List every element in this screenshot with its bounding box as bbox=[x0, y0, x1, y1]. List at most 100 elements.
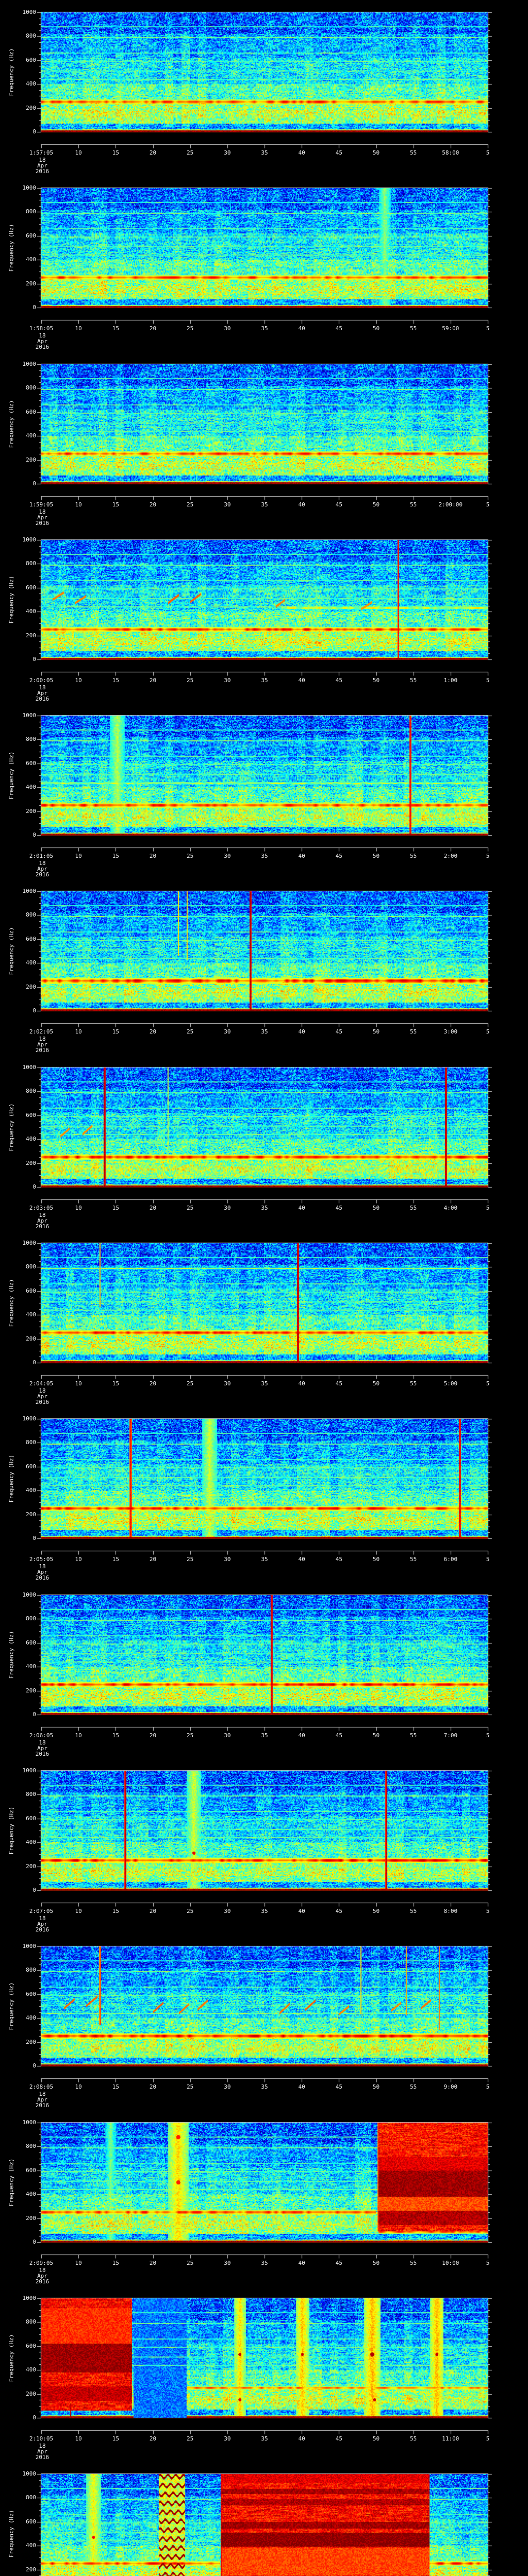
y-tick-label: 200 bbox=[26, 105, 36, 111]
date-year: 2016 bbox=[35, 1926, 50, 1933]
spectrogram-panel: Frequency (Hz) 0 200 400 600 800 1000 2:10:05 10… bbox=[0, 2286, 528, 2462]
right-edge-seconds-label: 5 bbox=[486, 677, 490, 684]
spectrogram-panel: Frequency (Hz) 0 200 400 600 800 1000 2:08:05 10… bbox=[0, 1934, 528, 2110]
y-tick-label: 200 bbox=[26, 1335, 36, 1342]
y-tick-label: 1000 bbox=[22, 9, 37, 15]
y-tick-label: 600 bbox=[26, 232, 36, 239]
y-tick-label: 0 bbox=[32, 1359, 36, 1366]
y-tick-label: 400 bbox=[26, 2366, 36, 2373]
y-tick-label: 0 bbox=[32, 304, 36, 311]
y-tick-label: 200 bbox=[26, 2391, 36, 2397]
right-edge-seconds-label: 5 bbox=[486, 1908, 490, 1914]
y-tick-label: 800 bbox=[26, 911, 36, 918]
right-edge-seconds-label: 5 bbox=[486, 2083, 490, 2090]
right-edge-seconds-label: 5 bbox=[486, 149, 490, 156]
date-year: 2016 bbox=[35, 696, 50, 702]
y-tick-label: 0 bbox=[32, 656, 36, 663]
y-tick-label: 600 bbox=[26, 1112, 36, 1118]
y-axis-label: Frequency (Hz) bbox=[8, 927, 15, 975]
spectrogram-panel: Frequency (Hz) 0 200 400 600 800 1000 2:00:05 10… bbox=[0, 528, 528, 704]
date-year: 2016 bbox=[35, 1047, 50, 1054]
y-tick-label: 200 bbox=[26, 2566, 36, 2573]
y-tick-label: 600 bbox=[26, 936, 36, 942]
date-year: 2016 bbox=[35, 871, 50, 878]
y-tick-label: 400 bbox=[26, 1663, 36, 1670]
y-tick-label: 0 bbox=[32, 1711, 36, 1718]
y-tick-label: 1000 bbox=[22, 1064, 37, 1071]
y-tick-label: 600 bbox=[26, 1991, 36, 1997]
spectrogram-panel: Frequency (Hz) 0 200 400 600 800 1000 2:04:05 10… bbox=[0, 1231, 528, 1407]
y-tick-label: 200 bbox=[26, 280, 36, 287]
date-year: 2016 bbox=[35, 1399, 50, 1405]
y-tick-label: 600 bbox=[26, 409, 36, 415]
y-tick-label: 1000 bbox=[22, 361, 37, 367]
spectrogram-panel: Frequency (Hz) 0 200 400 600 800 1000 2:07:05 10… bbox=[0, 1758, 528, 1935]
y-tick-label: 200 bbox=[26, 984, 36, 990]
spectrogram-panel: Frequency (Hz) 0 200 400 600 800 1000 2:01:05 10… bbox=[0, 703, 528, 879]
y-tick-label: 800 bbox=[26, 1263, 36, 1270]
y-tick-label: 200 bbox=[26, 456, 36, 463]
y-tick-label: 600 bbox=[26, 1815, 36, 1822]
right-edge-seconds-label: 5 bbox=[486, 325, 490, 332]
y-axis-label: Frequency (Hz) bbox=[8, 2334, 15, 2382]
y-tick-label: 200 bbox=[26, 1687, 36, 1694]
y-tick-label: 1000 bbox=[22, 1591, 37, 1598]
right-edge-seconds-label: 5 bbox=[486, 1556, 490, 1563]
right-edge-seconds-label: 5 bbox=[486, 501, 490, 508]
y-tick-label: 1000 bbox=[22, 2470, 37, 2477]
spectrogram-stack: Frequency (Hz) 0 200 400 600 800 1000 1:57:05 10… bbox=[0, 0, 528, 2576]
y-tick-label: 1000 bbox=[22, 888, 37, 894]
y-tick-label: 600 bbox=[26, 1639, 36, 1646]
date-year: 2016 bbox=[35, 1223, 50, 1230]
y-tick-label: 1000 bbox=[22, 536, 37, 543]
y-tick-label: 600 bbox=[26, 2167, 36, 2174]
y-axis-label: Frequency (Hz) bbox=[8, 1454, 15, 1503]
y-tick-label: 400 bbox=[26, 432, 36, 439]
y-tick-label: 0 bbox=[32, 832, 36, 838]
y-tick-label: 600 bbox=[26, 57, 36, 63]
y-tick-label: 600 bbox=[26, 584, 36, 591]
y-tick-label: 600 bbox=[26, 1463, 36, 1470]
y-tick-label: 1000 bbox=[22, 1240, 37, 1246]
y-tick-label: 1000 bbox=[22, 712, 37, 719]
y-tick-label: 200 bbox=[26, 1511, 36, 1518]
y-tick-label: 400 bbox=[26, 80, 36, 87]
spectrogram-panel: Frequency (Hz) 0 200 400 600 800 1000 1:58:05 10… bbox=[0, 176, 528, 352]
y-tick-label: 1000 bbox=[22, 2295, 37, 2301]
y-tick-label: 0 bbox=[32, 128, 36, 135]
y-axis-label: Frequency (Hz) bbox=[8, 1279, 15, 1327]
spectrogram-panel: Frequency (Hz) 0 200 400 600 800 1000 2:03:05 10… bbox=[0, 1055, 528, 1231]
y-axis-label: Frequency (Hz) bbox=[8, 2510, 15, 2558]
y-tick-label: 800 bbox=[26, 736, 36, 742]
spectrogram-panel: Frequency (Hz) 0 200 400 600 800 1000 2:06:05 10… bbox=[0, 1583, 528, 1759]
y-tick-label: 0 bbox=[32, 1535, 36, 1541]
y-tick-label: 400 bbox=[26, 1839, 36, 1845]
date-year: 2016 bbox=[35, 2278, 50, 2285]
y-tick-label: 600 bbox=[26, 1287, 36, 1294]
y-tick-label: 0 bbox=[32, 480, 36, 487]
spectrogram-panel: Frequency (Hz)020040060080010002:11:0510… bbox=[0, 2462, 528, 2576]
y-tick-label: 800 bbox=[26, 32, 36, 39]
right-edge-seconds-label: 5 bbox=[486, 1028, 490, 1035]
right-edge-seconds-label: 5 bbox=[486, 2435, 490, 2442]
y-tick-label: 800 bbox=[26, 560, 36, 567]
y-tick-label: 400 bbox=[26, 256, 36, 263]
y-tick-label: 200 bbox=[26, 2039, 36, 2045]
y-tick-label: 1000 bbox=[22, 1767, 37, 1774]
y-axis-label: Frequency (Hz) bbox=[8, 575, 15, 624]
y-tick-label: 400 bbox=[26, 2191, 36, 2197]
right-edge-seconds-label: 5 bbox=[486, 853, 490, 859]
y-tick-label: 0 bbox=[32, 2414, 36, 2421]
y-tick-label: 800 bbox=[26, 384, 36, 391]
y-tick-label: 800 bbox=[26, 2318, 36, 2325]
y-tick-label: 400 bbox=[26, 1487, 36, 1494]
spectrogram-canvas bbox=[0, 2462, 528, 2576]
y-tick-label: 0 bbox=[32, 2239, 36, 2245]
y-tick-label: 600 bbox=[26, 760, 36, 767]
y-tick-label: 200 bbox=[26, 632, 36, 639]
spectrogram-panel: Frequency (Hz) 0 200 400 600 800 1000 2:02:05 10… bbox=[0, 879, 528, 1055]
y-axis-label: Frequency (Hz) bbox=[8, 224, 15, 272]
right-edge-seconds-label: 5 bbox=[486, 1205, 490, 1211]
y-tick-label: 800 bbox=[26, 1088, 36, 1094]
y-axis-label: Frequency (Hz) bbox=[8, 1103, 15, 1151]
